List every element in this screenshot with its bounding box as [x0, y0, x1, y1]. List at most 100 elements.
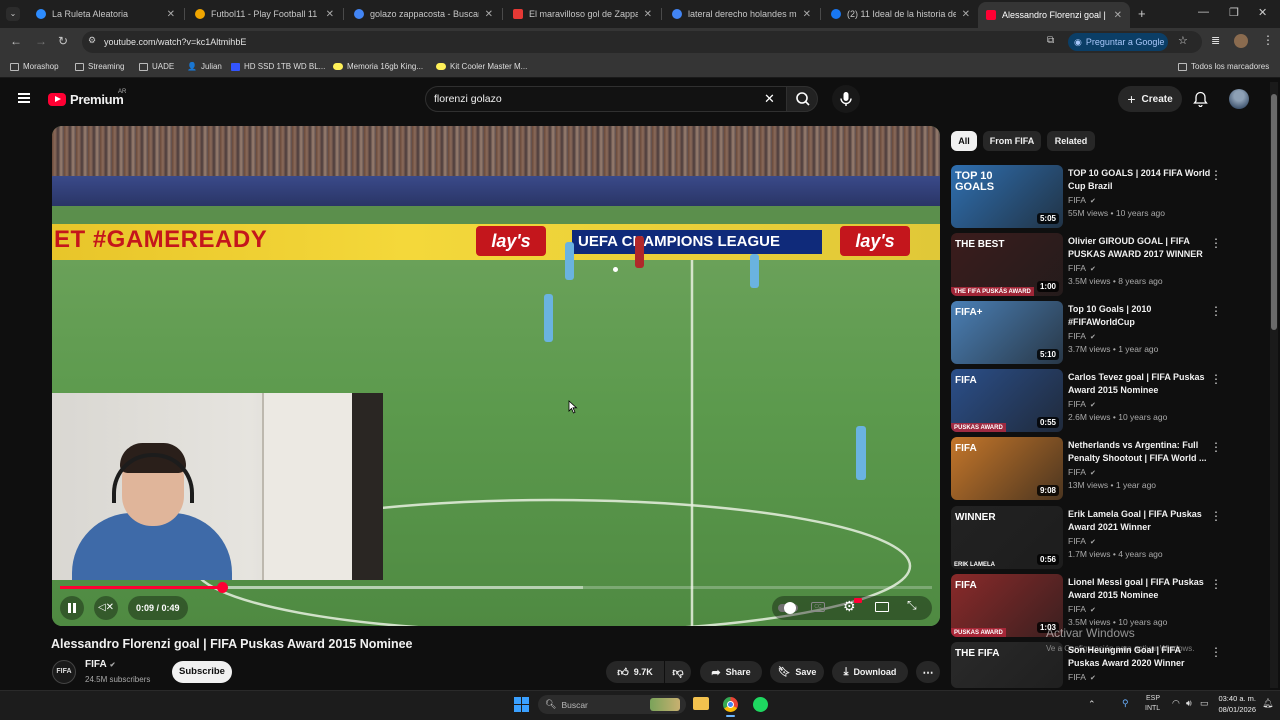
recommended-title[interactable]: Netherlands vs Argentina: Full Penalty S… — [1068, 439, 1213, 465]
browser-tab[interactable]: El maravilloso gol de Zappaco ✕ — [505, 3, 660, 25]
save-button[interactable]: 🔖︎ Save — [770, 661, 824, 683]
video-thumbnail[interactable]: THE BEST THE FIFA PUSKÁS AWARD 1:00 — [951, 233, 1063, 296]
clock-date[interactable]: 08/01/2026 — [1212, 705, 1256, 714]
clock-time[interactable]: 03:40 a. m. — [1212, 694, 1256, 703]
close-tab-icon[interactable]: ✕ — [1114, 10, 1122, 21]
download-button[interactable]: ⤓ Download — [832, 661, 908, 683]
browser-tab[interactable]: (2) 11 Ideal de la historia de la ✕ — [823, 3, 978, 25]
close-tab-icon[interactable]: ✕ — [167, 9, 175, 20]
browser-tab[interactable]: La Ruleta Aleatoria ✕ — [28, 3, 183, 25]
more-options-icon[interactable]: ⋮ — [1210, 509, 1222, 523]
theater-mode-icon[interactable] — [875, 602, 889, 612]
subscribe-button[interactable]: Subscribe — [172, 661, 232, 683]
video-thumbnail[interactable]: TOP 10 GOALS 5:05 — [951, 165, 1063, 228]
recommended-channel[interactable]: FIFA ✔ — [1068, 399, 1096, 409]
recommended-title[interactable]: TOP 10 GOALS | 2014 FIFA World Cup Brazi… — [1068, 167, 1213, 193]
keyboard-layout[interactable]: INTL — [1145, 705, 1160, 712]
notification-center-icon[interactable]: 🔔︎ — [1262, 698, 1273, 709]
close-tab-icon[interactable]: ✕ — [326, 9, 334, 20]
more-options-icon[interactable]: ⋮ — [1210, 645, 1222, 659]
close-window-icon[interactable]: ✕ — [1258, 6, 1267, 19]
bookmark-item[interactable]: Memoria 16gb King... — [333, 62, 423, 71]
video-thumbnail[interactable]: FIFA+ 5:10 — [951, 301, 1063, 364]
search-button[interactable] — [786, 86, 818, 112]
omnibox[interactable] — [82, 31, 1202, 53]
voice-search-button[interactable] — [832, 85, 860, 113]
url-text[interactable]: youtube.com/watch?v=kc1AltmihbE — [104, 37, 246, 47]
recommended-channel[interactable]: FIFA ✔ — [1068, 331, 1096, 341]
minimize-icon[interactable]: — — [1198, 6, 1209, 18]
bookmark-item[interactable]: Morashop — [10, 62, 59, 71]
account-avatar[interactable] — [1229, 89, 1249, 109]
subtitles-icon[interactable]: CC — [811, 602, 825, 612]
scrollbar-thumb[interactable] — [1271, 94, 1277, 330]
recommended-channel[interactable]: FIFA ✔ — [1068, 672, 1096, 682]
install-app-icon[interactable]: ⧉ — [1047, 35, 1054, 46]
fullscreen-icon[interactable]: ⤡ — [907, 598, 917, 613]
browser-tab[interactable]: Futbol11 - Play Football 11 ✕ — [187, 3, 342, 25]
bookmark-item[interactable]: 👤 Julian — [187, 62, 222, 71]
close-tab-icon[interactable]: ✕ — [803, 9, 811, 20]
search-query[interactable]: florenzi golazo — [434, 93, 502, 105]
windows-start-icon[interactable] — [514, 697, 529, 712]
hamburger-menu-icon[interactable] — [18, 93, 30, 103]
restore-icon[interactable]: ❐ — [1229, 6, 1239, 19]
volume-icon[interactable]: 🔊︎ — [1186, 698, 1192, 709]
tab-search-menu-icon[interactable]: ≣ — [1211, 34, 1220, 47]
more-options-icon[interactable]: ⋮ — [1210, 372, 1222, 386]
recommended-title[interactable]: Erik Lamela Goal | FIFA Puskas Award 202… — [1068, 508, 1213, 534]
share-button[interactable]: ➦ Share — [700, 661, 762, 683]
recommended-video[interactable]: FIFA PUSKAS AWARD 0:55 Carlos Tevez goal | … — [951, 369, 1241, 433]
bookmark-star-icon[interactable]: ☆ — [1178, 34, 1188, 47]
recommended-channel[interactable]: FIFA ✔ — [1068, 536, 1096, 546]
back-icon[interactable]: ← — [10, 34, 22, 48]
youtube-logo[interactable]: Premium — [48, 92, 124, 107]
video-thumbnail[interactable]: FIFA PUSKAS AWARD 0:55 — [951, 369, 1063, 432]
recommended-video[interactable]: WINNER ERIK LAMELA 0:56 Erik Lamela Goal | … — [951, 506, 1241, 570]
close-tab-icon[interactable]: ✕ — [644, 9, 652, 20]
wifi-icon[interactable]: ◠ — [1172, 698, 1180, 709]
more-options-icon[interactable]: ⋮ — [1210, 304, 1222, 318]
taskbar-search-box[interactable]: 🔍︎ Buscar — [538, 695, 686, 714]
all-bookmarks[interactable]: Todos los marcadores — [1178, 62, 1269, 71]
tab-search-icon[interactable]: ⌄ — [6, 7, 20, 21]
video-thumbnail[interactable]: WINNER ERIK LAMELA 0:56 — [951, 506, 1063, 569]
pause-button[interactable] — [60, 596, 84, 620]
tray-chevron-icon[interactable]: ⌃ — [1088, 699, 1096, 710]
create-button[interactable]: + Create — [1118, 86, 1182, 112]
bookmark-item[interactable]: Kit Cooler Master M... — [436, 62, 527, 71]
more-options-icon[interactable]: ⋮ — [1210, 440, 1222, 454]
tray-usb-icon[interactable]: ⚲ — [1122, 698, 1129, 709]
recommended-video[interactable]: FIFA 9:08 Netherlands vs Argentina: Full P… — [951, 437, 1241, 501]
notifications-bell-icon[interactable] — [1193, 91, 1208, 112]
bookmark-item[interactable]: Streaming — [75, 62, 124, 71]
ask-google-button[interactable]: ◉ Preguntar a Google — [1068, 33, 1168, 51]
channel-name[interactable]: FIFA ✔ — [85, 659, 116, 670]
video-player[interactable]: ET #GAMEREADY lay's UEFA CHAMPIONS LEAGU… — [52, 126, 940, 626]
bookmark-item[interactable]: UADE — [139, 62, 174, 71]
recommended-channel[interactable]: FIFA ✔ — [1068, 604, 1096, 614]
chip-all[interactable]: All — [951, 131, 977, 151]
spotify-icon[interactable] — [753, 697, 768, 712]
recommended-channel[interactable]: FIFA ✔ — [1068, 467, 1096, 477]
chip-from-fifa[interactable]: From FIFA — [983, 131, 1041, 151]
browser-tab[interactable]: lateral derecho holandes malis✕ — [664, 3, 819, 25]
like-button[interactable]: 👍︎ 9.7K — [606, 661, 664, 683]
recommended-title[interactable]: Lionel Messi goal | FIFA Puskas Award 20… — [1068, 576, 1213, 602]
clear-search-icon[interactable]: ✕ — [764, 91, 775, 107]
browser-tab[interactable]: golazo zappacosta - Buscar co✕ — [346, 3, 501, 25]
more-options-icon[interactable]: ⋮ — [1210, 236, 1222, 250]
mute-button[interactable]: ◁✕ — [94, 596, 118, 620]
recommended-video[interactable]: THE BEST THE FIFA PUSKÁS AWARD 1:00 Olivier… — [951, 233, 1241, 297]
file-explorer-icon[interactable] — [693, 697, 709, 710]
video-thumbnail[interactable]: FIFA 9:08 — [951, 437, 1063, 500]
channel-avatar[interactable]: FIFA — [52, 660, 76, 684]
chrome-taskbar-icon[interactable] — [723, 697, 738, 712]
recommended-video[interactable]: TOP 10 GOALS 5:05 TOP 10 GOALS | 2014 FIFA… — [951, 165, 1241, 229]
bookmark-item[interactable]: HD SSD 1TB WD BL... — [231, 62, 325, 71]
recommended-title[interactable]: Olivier GIROUD GOAL | FIFA PUSKAS AWARD … — [1068, 235, 1213, 261]
chip-related[interactable]: Related — [1047, 131, 1095, 151]
close-tab-icon[interactable]: ✕ — [485, 9, 493, 20]
forward-icon[interactable]: → — [35, 34, 47, 48]
site-info-icon[interactable]: ⚙ — [88, 35, 96, 46]
